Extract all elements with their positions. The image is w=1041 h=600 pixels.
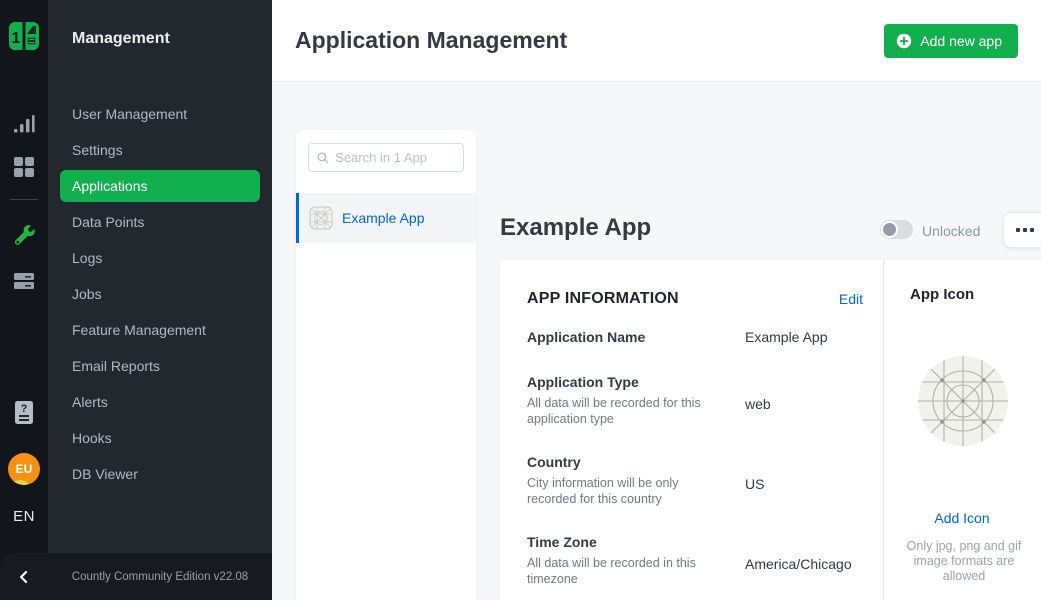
sidebar-item-data-points[interactable]: Data Points xyxy=(48,204,272,240)
avatar-initials: EU xyxy=(16,462,33,476)
sidebar-item-db-viewer[interactable]: DB Viewer xyxy=(48,456,272,492)
page-header: Application Management Add new app xyxy=(272,0,1041,82)
countly-logo-icon[interactable]: 1 xyxy=(0,20,48,52)
add-new-app-button[interactable]: Add new app xyxy=(884,24,1018,58)
toggle-knob xyxy=(881,221,898,238)
page-title: Application Management xyxy=(295,27,567,54)
add-icon-link[interactable]: Add Icon xyxy=(884,510,1040,526)
countly-management-screen: 1 xyxy=(0,0,1041,600)
field-value: Example App xyxy=(745,328,828,347)
app-icon-panel: App Icon xyxy=(884,260,1041,600)
field-value: US xyxy=(745,453,764,507)
sidebar-item-user-management[interactable]: User Management xyxy=(48,96,272,132)
app-search-input[interactable] xyxy=(335,150,455,165)
app-placeholder-icon xyxy=(309,206,333,230)
collapse-sidebar-button[interactable] xyxy=(0,567,48,587)
sidebar-item-settings[interactable]: Settings xyxy=(48,132,272,168)
bar-chart-icon[interactable] xyxy=(0,113,48,135)
language-selector[interactable]: EN xyxy=(0,508,48,525)
app-list-item-label: Example App xyxy=(342,210,425,226)
sidebar-nav: User Management Settings Applications Da… xyxy=(48,96,272,492)
icon-rail: 1 xyxy=(0,0,48,600)
field-country: Country City information will be only re… xyxy=(527,453,863,507)
sidebar-item-logs[interactable]: Logs xyxy=(48,240,272,276)
icon-format-hint: Only jpg, png and gif image formats are … xyxy=(902,539,1026,584)
wrench-management-icon[interactable] xyxy=(0,224,48,247)
app-search-box[interactable] xyxy=(308,143,464,172)
edit-link[interactable]: Edit xyxy=(839,291,863,307)
chevron-left-icon xyxy=(14,567,34,587)
app-detail-title: Example App xyxy=(500,214,651,242)
sphere-grid-placeholder-icon xyxy=(917,355,1009,447)
field-value: web xyxy=(745,373,771,427)
more-options-button[interactable] xyxy=(1003,212,1041,248)
main-area: Application Management Add new app xyxy=(272,0,1041,600)
sidebar-item-hooks[interactable]: Hooks xyxy=(48,420,272,456)
search-icon xyxy=(317,151,329,165)
management-sidebar: Management User Management Settings Appl… xyxy=(48,0,272,600)
svg-text:1: 1 xyxy=(12,30,21,47)
field-value: America/Chicago xyxy=(745,533,852,587)
content-area: Example App Example App Unlocked APP INF… xyxy=(272,83,1041,600)
sidebar-title: Management xyxy=(48,0,272,48)
plus-circle-icon xyxy=(896,33,912,49)
rail-divider xyxy=(10,199,38,200)
sidebar-item-feature-management[interactable]: Feature Management xyxy=(48,312,272,348)
app-information-title: APP INFORMATION xyxy=(527,290,679,308)
data-stack-icon[interactable] xyxy=(0,270,48,292)
field-application-name: Application Name Example App xyxy=(527,328,863,347)
sidebar-item-email-reports[interactable]: Email Reports xyxy=(48,348,272,384)
ellipsis-icon xyxy=(1016,228,1020,232)
lock-toggle[interactable] xyxy=(880,220,913,239)
sidebar-item-alerts[interactable]: Alerts xyxy=(48,384,272,420)
app-detail-card: APP INFORMATION Edit Application Name Ex… xyxy=(500,260,1041,600)
avatar-status-arc xyxy=(12,480,28,485)
sidebar-footer: Countly Community Edition v22.08 xyxy=(0,553,272,600)
sidebar-item-applications[interactable]: Applications xyxy=(48,168,272,204)
app-information-section: APP INFORMATION Edit Application Name Ex… xyxy=(500,260,884,600)
sidebar-item-jobs[interactable]: Jobs xyxy=(48,276,272,312)
feedback-help-icon[interactable]: ? xyxy=(0,400,48,425)
app-icon-title: App Icon xyxy=(910,286,974,303)
app-list-panel: Example App xyxy=(296,130,476,600)
version-text: Countly Community Edition v22.08 xyxy=(48,571,272,583)
user-avatar[interactable]: EU xyxy=(0,453,48,485)
app-icon-placeholder xyxy=(917,355,1009,452)
app-list-item-example-app[interactable]: Example App xyxy=(296,193,476,243)
svg-text:?: ? xyxy=(21,403,28,415)
lock-toggle-label: Unlocked xyxy=(922,223,980,239)
field-time-zone: Time Zone All data will be recorded in t… xyxy=(527,533,863,587)
grid-apps-icon[interactable] xyxy=(0,156,48,178)
field-application-type: Application Type All data will be record… xyxy=(527,373,863,427)
